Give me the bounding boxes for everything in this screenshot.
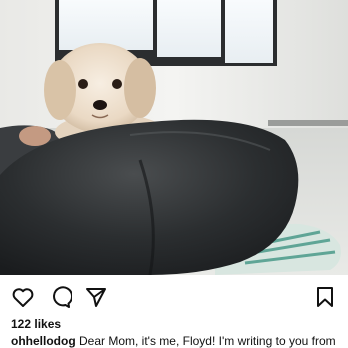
likes-count[interactable]: 122 likes	[11, 317, 61, 331]
post-photo[interactable]	[0, 0, 348, 275]
caption-username[interactable]: ohhellodog	[11, 334, 76, 348]
paper-plane-icon[interactable]	[84, 285, 108, 309]
comment-bubble-icon[interactable]	[48, 285, 72, 309]
post-actions-bar	[0, 279, 348, 313]
dog-on-lap-photo	[0, 0, 348, 275]
bookmark-icon[interactable]	[313, 285, 337, 309]
post-caption: ohhellodog Dear Mom, it's me, Floyd! I'm…	[11, 334, 343, 348]
caption-text: Dear Mom, it's me, Floyd! I'm writing to…	[79, 334, 336, 348]
heart-icon[interactable]	[11, 285, 35, 309]
